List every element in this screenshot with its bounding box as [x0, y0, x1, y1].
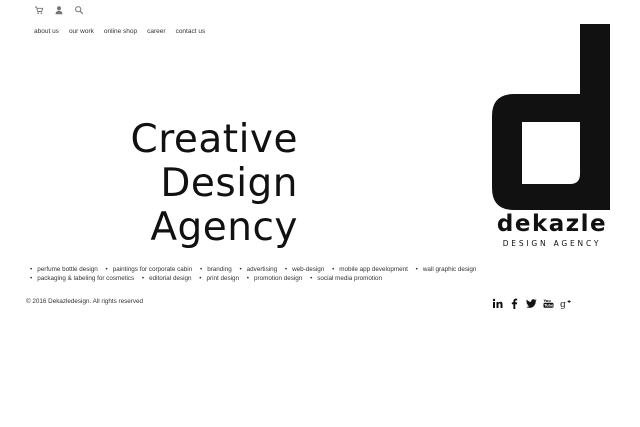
svg-text:Tube: Tube — [544, 304, 554, 308]
service-item: promotion design — [247, 275, 303, 282]
service-item: branding — [200, 266, 232, 273]
header-icons — [34, 5, 84, 15]
facebook-icon[interactable] — [509, 298, 520, 309]
copyright-text: © 2016 Dekazledesign. All rights reserve… — [26, 298, 143, 305]
svg-text:g: g — [560, 300, 566, 309]
service-item: social media promotion — [310, 275, 382, 282]
svg-text:You: You — [543, 299, 551, 303]
service-item: editorial design — [142, 275, 192, 282]
hero-line-3: Agency — [150, 205, 298, 250]
google-plus-icon[interactable]: g — [560, 298, 571, 309]
cart-icon[interactable] — [34, 5, 44, 15]
nav-our-work[interactable]: our work — [69, 28, 94, 35]
main-nav: about us our work online shop career con… — [34, 20, 205, 38]
service-item: print design — [199, 275, 239, 282]
nav-online-shop[interactable]: online shop — [104, 28, 137, 35]
logo-wordmark: dekazle — [496, 211, 608, 237]
youtube-icon[interactable]: You Tube — [543, 298, 554, 309]
user-icon[interactable] — [54, 5, 64, 15]
hero-headline: Creative Design Agency — [130, 118, 298, 250]
hero-line-1: Creative — [130, 117, 298, 162]
nav-career[interactable]: career — [147, 28, 165, 35]
service-item: advertising — [239, 266, 277, 273]
logo-tagline: DESIGN AGENCY — [502, 239, 602, 248]
linkedin-icon[interactable] — [492, 298, 503, 309]
search-icon[interactable] — [74, 5, 84, 15]
twitter-icon[interactable] — [526, 298, 537, 309]
nav-about-us[interactable]: about us — [34, 28, 59, 35]
service-item: wall graphic design — [416, 266, 477, 273]
service-item: mobile app development — [332, 266, 408, 273]
services-list: perfume bottle design paintings for corp… — [30, 265, 590, 283]
service-item: packaging & labeling for cosmetics — [30, 275, 134, 282]
nav-contact-us[interactable]: contact us — [176, 28, 206, 35]
service-item: perfume bottle design — [30, 266, 98, 273]
service-item: web-design — [285, 266, 324, 273]
social-links: You Tube g — [492, 298, 571, 309]
service-item: paintings for corporate cabin — [106, 266, 193, 273]
hero-line-2: Design — [160, 161, 298, 206]
